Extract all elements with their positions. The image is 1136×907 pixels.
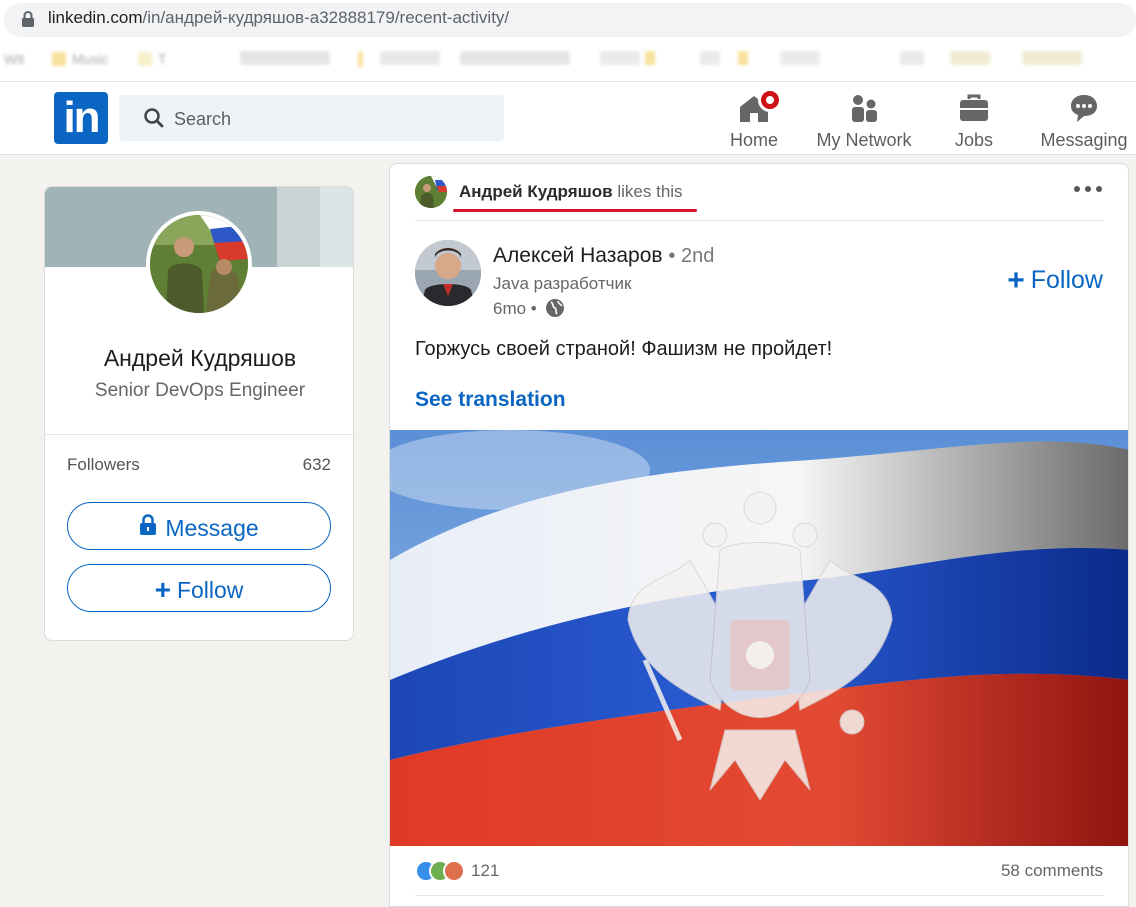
post-text: Горжусь своей страной! Фашизм не пройдет… bbox=[415, 338, 833, 360]
browser-address-bar: linkedin.com/in/андрей-кудряшов-a3288817… bbox=[0, 0, 1136, 40]
search-placeholder: Search bbox=[174, 109, 232, 129]
author-name[interactable]: Алексей Назаров bbox=[493, 244, 663, 267]
bookmark-item[interactable] bbox=[600, 51, 640, 65]
bookmark-item[interactable]: Music bbox=[52, 51, 109, 67]
follow-button-label: Follow bbox=[176, 576, 244, 603]
follow-author-button[interactable]: + Follow bbox=[1007, 264, 1103, 298]
globe-icon bbox=[546, 299, 565, 317]
profile-card: Андрей Кудряшов Senior DevOps Engineer F… bbox=[44, 186, 354, 641]
bookmark-item[interactable] bbox=[950, 51, 990, 65]
post-time-text: 6mo • bbox=[493, 299, 537, 318]
nav-item-jobs[interactable]: Jobs bbox=[934, 88, 1014, 150]
plus-icon: + bbox=[154, 573, 171, 605]
followers-label: Followers bbox=[67, 455, 140, 474]
bookmark-item[interactable] bbox=[1022, 51, 1082, 65]
post-image[interactable] bbox=[390, 430, 1128, 846]
bookmark-item[interactable] bbox=[738, 51, 748, 65]
nav-label: Home bbox=[729, 130, 778, 150]
notification-badge bbox=[758, 88, 782, 112]
url-text[interactable]: linkedin.com/in/андрей-кудряшов-a3288817… bbox=[48, 8, 509, 28]
author-avatar[interactable] bbox=[415, 240, 481, 306]
message-button-label: Message bbox=[165, 514, 259, 541]
bookmark-item[interactable] bbox=[645, 51, 655, 65]
author-headline: Java разработчик bbox=[493, 274, 632, 293]
nav-label: Jobs bbox=[954, 130, 994, 150]
comments-count-link[interactable]: 58 comments bbox=[1001, 861, 1103, 881]
profile-name[interactable]: Андрей Кудряшов bbox=[45, 345, 353, 372]
liker-name[interactable]: Андрей Кудряшов bbox=[459, 182, 613, 201]
follow-button[interactable]: + Follow bbox=[67, 564, 331, 612]
bookmark-item[interactable] bbox=[900, 51, 924, 65]
divider bbox=[415, 895, 1104, 896]
plus-icon: + bbox=[1007, 264, 1025, 297]
linkedin-logo-icon[interactable]: in bbox=[54, 92, 108, 144]
author-line: Алексей Назаров • 2nd bbox=[493, 244, 714, 268]
reaction-count: 121 bbox=[471, 861, 500, 880]
nav-label: My Network bbox=[816, 130, 912, 150]
nav-item-my-network[interactable]: My Network bbox=[808, 88, 920, 150]
nav-item-messaging[interactable]: Messaging bbox=[1038, 88, 1130, 150]
top-nav: in Search Home My Network Jobs Messaging bbox=[0, 82, 1136, 155]
profile-avatar[interactable] bbox=[146, 211, 252, 317]
bookmark-item[interactable] bbox=[780, 51, 820, 65]
bookmark-item[interactable]: T bbox=[138, 51, 167, 67]
love-reaction-icon bbox=[443, 860, 465, 882]
waving-flag-with-coat-of-arms bbox=[390, 430, 1128, 846]
liker-avatar[interactable] bbox=[415, 176, 447, 208]
like-action-text: likes this bbox=[617, 182, 683, 201]
follow-author-label: Follow bbox=[1030, 266, 1103, 294]
connection-degree: • 2nd bbox=[668, 245, 715, 267]
message-button[interactable]: Message bbox=[67, 502, 331, 550]
search-icon bbox=[144, 108, 164, 128]
network-icon bbox=[852, 95, 877, 122]
activity-post: Андрей Кудряшов likes this Алексей Назар… bbox=[389, 163, 1129, 907]
like-notice: Андрей Кудряшов likes this bbox=[459, 182, 683, 202]
followers-count: 632 bbox=[302, 455, 331, 474]
more-options-icon[interactable] bbox=[1072, 186, 1104, 194]
bookmark-item[interactable] bbox=[460, 51, 570, 65]
divider bbox=[45, 434, 353, 435]
lock-icon bbox=[22, 11, 34, 27]
bookmark-item[interactable] bbox=[380, 51, 440, 65]
lock-icon bbox=[140, 514, 157, 535]
bookmark-item[interactable] bbox=[700, 51, 720, 65]
bookmark-item[interactable] bbox=[358, 51, 363, 67]
post-time: 6mo • bbox=[493, 298, 565, 319]
nav-label: Messaging bbox=[1040, 130, 1128, 150]
search-input[interactable]: Search bbox=[119, 95, 504, 141]
see-translation-link[interactable]: See translation bbox=[415, 388, 566, 412]
divider bbox=[415, 220, 1104, 221]
nav-item-home[interactable]: Home bbox=[714, 88, 794, 150]
briefcase-icon bbox=[960, 94, 988, 121]
messaging-icon bbox=[1071, 95, 1097, 122]
bookmarks-bar: Wit Music T bbox=[0, 40, 1136, 82]
bookmark-item[interactable]: Wit bbox=[4, 51, 24, 67]
profile-headline: Senior DevOps Engineer bbox=[94, 380, 306, 401]
bookmark-item[interactable] bbox=[240, 51, 330, 65]
annotation-underline bbox=[453, 209, 697, 212]
